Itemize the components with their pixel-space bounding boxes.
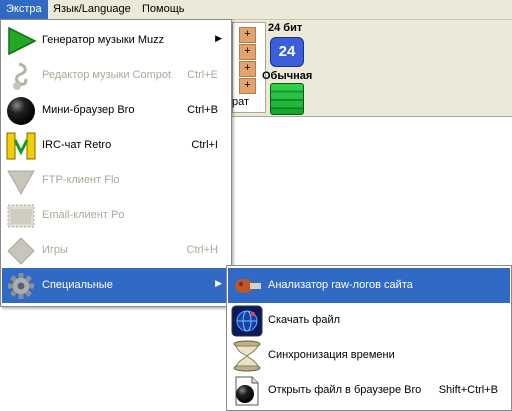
menu-item-shortcut: Ctrl+I (191, 139, 218, 151)
menu-item-shortcut: Ctrl+H (186, 244, 218, 256)
bits-badge[interactable]: 24 (270, 37, 304, 67)
menu-item-muzz[interactable]: Генератор музыки Muzz ▶ (2, 23, 230, 58)
menu-item-label: FTP-клиент Flo (42, 174, 120, 186)
games-diamond-icon (5, 235, 37, 267)
menu-item-shortcut: Ctrl+E (187, 69, 218, 81)
menubar: Экстра Язык/Language Помощь (0, 0, 512, 20)
music-note-icon (5, 60, 37, 92)
menu-item-label: Специальные (42, 279, 113, 291)
menu-item-compot[interactable]: Редактор музыки Compot Ctrl+E (2, 58, 230, 93)
extra-dropdown-menu: Генератор музыки Muzz ▶ Редактор музыки … (0, 19, 232, 307)
plus-button[interactable]: + (239, 78, 256, 94)
plus-button[interactable]: + (239, 44, 256, 60)
download-globe-icon (231, 305, 263, 337)
menu-item-po[interactable]: Email-клиент Po (2, 198, 230, 233)
submenu-item-time-sync[interactable]: Синхронизация времени (228, 338, 510, 373)
submenu-item-download[interactable]: Скачать файл (228, 303, 510, 338)
email-icon (5, 200, 37, 232)
gear-icon (5, 270, 37, 302)
menu-language[interactable]: Язык/Language (47, 0, 137, 19)
menu-extra[interactable]: Экстра (0, 0, 48, 19)
normal-label: Обычная (262, 70, 313, 82)
menu-item-label: Анализатор raw-логов сайта (268, 279, 413, 291)
submenu-item-open-in-bro[interactable]: Открыть файл в браузере Bro Shift+Ctrl+B (228, 373, 510, 408)
menu-item-label: Email-клиент Po (42, 209, 125, 221)
irc-chat-icon (5, 130, 37, 162)
menu-item-flo[interactable]: FTP-клиент Flo (2, 163, 230, 198)
bits-label: 24 бит (268, 22, 303, 34)
menu-item-label: Игры (42, 244, 68, 256)
special-submenu: Анализатор raw-логов сайта Скачать файл … (226, 265, 512, 411)
menu-item-label: IRC-чат Retro (42, 139, 112, 151)
menu-item-label: Редактор музыки Compot (42, 69, 172, 81)
submenu-arrow-icon: ▶ (215, 278, 222, 288)
file-ball-icon (231, 375, 263, 407)
submenu-arrow-icon: ▶ (215, 33, 222, 43)
menu-item-label: Мини-браузер Bro (42, 104, 135, 116)
partial-label: рат (232, 96, 250, 108)
menu-item-label: Синхронизация времени (268, 349, 395, 361)
black-ball-icon (5, 95, 37, 127)
plus-button[interactable]: + (239, 27, 256, 43)
play-triangle-icon (5, 25, 37, 57)
menu-item-label: Открыть файл в браузере Bro (268, 384, 422, 396)
menu-item-special[interactable]: Специальные ▶ (2, 268, 230, 303)
menu-item-label: Скачать файл (268, 314, 341, 326)
menu-item-shortcut: Ctrl+B (187, 104, 218, 116)
menu-item-games[interactable]: Игры Ctrl+H (2, 233, 230, 268)
ftp-icon (5, 165, 37, 197)
hourglass-icon (231, 340, 263, 372)
plus-button[interactable]: + (239, 61, 256, 77)
log-analyzer-icon (231, 270, 263, 302)
green-stack-icon[interactable] (270, 83, 304, 115)
menu-item-bro[interactable]: Мини-браузер Bro Ctrl+B (2, 93, 230, 128)
menu-help[interactable]: Помощь (136, 0, 191, 19)
menu-item-label: Генератор музыки Muzz (42, 34, 165, 46)
menu-item-retro[interactable]: IRC-чат Retro Ctrl+I (2, 128, 230, 163)
submenu-item-log-analyzer[interactable]: Анализатор raw-логов сайта (228, 268, 510, 303)
menu-item-shortcut: Shift+Ctrl+B (438, 384, 498, 396)
